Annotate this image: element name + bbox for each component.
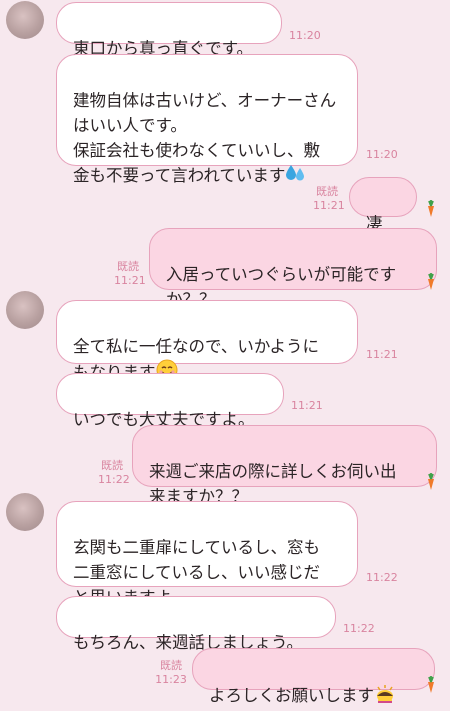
message-bubble-incoming[interactable]: 東口から真っ直ぐです。	[56, 2, 282, 58]
avatar[interactable]	[6, 493, 44, 531]
carrot-icon	[428, 273, 434, 290]
message-bubble-outgoing[interactable]: 来週ご来店の際に詳しくお伺い出 来ますか？？	[132, 425, 437, 506]
message-text: 来週ご来店の際に詳しくお伺い出 来ますか？？	[149, 462, 397, 506]
message-bubble-incoming[interactable]: いつでも大丈夫ですよ。	[56, 373, 284, 429]
bowing-person-icon	[374, 682, 396, 711]
message-bubble-outgoing[interactable]: よろしくお願いします	[192, 648, 435, 705]
avatar[interactable]	[6, 1, 44, 39]
message-bubble-outgoing[interactable]: 入居っていつぐらいが可能です か？？	[149, 228, 437, 309]
message-timestamp: 11:21	[114, 274, 146, 287]
sweat-drops-icon	[285, 163, 307, 190]
message-timestamp: 11:22	[366, 571, 398, 584]
message-timestamp: 11:21	[313, 199, 345, 212]
carrot-icon	[428, 200, 434, 217]
message-timestamp: 11:23	[155, 673, 187, 686]
message-timestamp: 11:20	[366, 148, 398, 161]
message-timestamp: 11:20	[289, 29, 321, 42]
message-bubble-incoming[interactable]: 玄関も二重扉にしているし、窓も 二重窓にしているし、いい感じだ と思いますよ。	[56, 501, 358, 607]
message-bubble-incoming[interactable]: 建物自体は古いけど、オーナーさん はいい人です。 保証会社も使わなくていいし、敷…	[56, 54, 358, 185]
message-bubble-incoming[interactable]: もちろん、来週話しましょう。	[56, 596, 336, 652]
carrot-icon	[428, 473, 434, 490]
message-bubble-outgoing[interactable]: 凄い！	[349, 177, 417, 258]
message-timestamp: 11:22	[343, 622, 375, 635]
avatar[interactable]	[6, 291, 44, 329]
carrot-icon	[428, 676, 434, 693]
message-timestamp: 11:21	[291, 399, 323, 412]
read-receipt: 既読	[160, 659, 182, 672]
message-bubble-incoming[interactable]: 全て私に一任なので、いかように もなります	[56, 300, 358, 382]
read-receipt: 既読	[316, 185, 338, 198]
read-receipt: 既読	[101, 459, 123, 472]
message-timestamp: 11:22	[98, 473, 130, 486]
message-timestamp: 11:21	[366, 348, 398, 361]
read-receipt: 既読	[117, 260, 139, 273]
